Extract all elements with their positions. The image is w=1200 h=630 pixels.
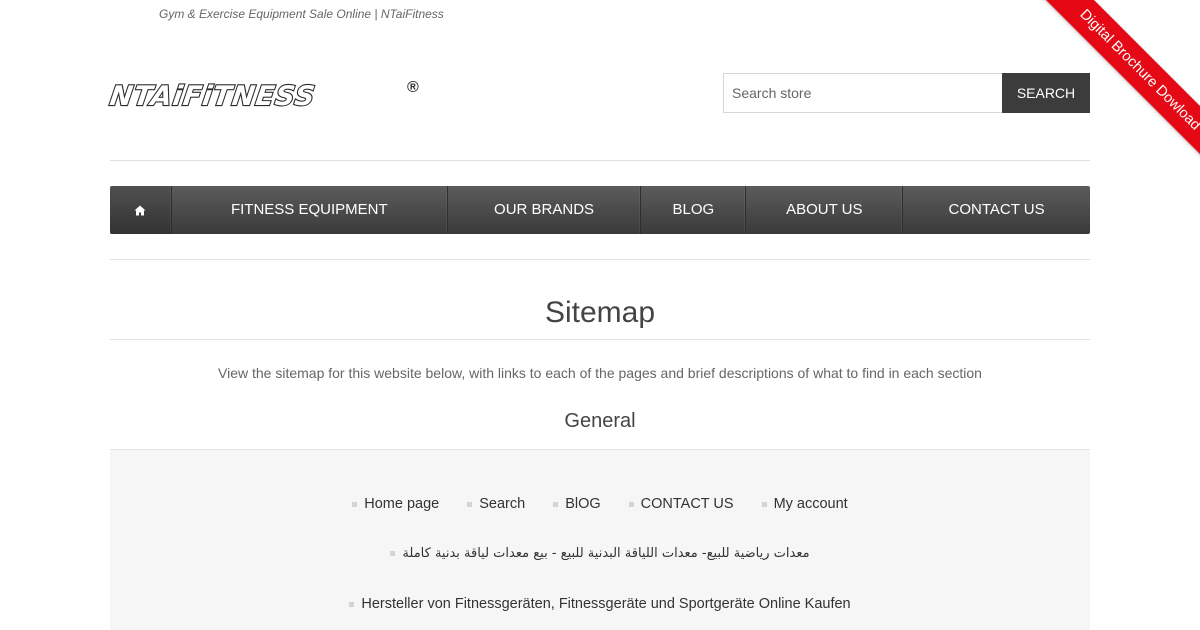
link-label: Hersteller von Fitnessgeräten, Fitnessge…: [361, 596, 851, 612]
page-title: Sitemap: [544, 296, 656, 329]
nav-about-us[interactable]: ABOUT US: [746, 186, 904, 234]
sitemap-links-panel: Home page Search BlOG CONTACT US My acco…: [110, 450, 1090, 630]
link-label: معدات رياضية للبيع- معدات اللياقة البدني…: [402, 546, 810, 561]
main-navigation: FITNESS EQUIPMENT OUR BRANDS BLOG ABOUT …: [110, 186, 1090, 234]
bullet-icon: [390, 551, 396, 556]
section-title-general: General: [564, 410, 636, 432]
sitemap-link-arabic[interactable]: معدات رياضية للبيع- معدات اللياقة البدني…: [390, 546, 809, 561]
link-label: My account: [773, 496, 848, 512]
brochure-download-ribbon[interactable]: Digital Brochure Dowload: [1036, 0, 1200, 174]
sitemap-link-search[interactable]: Search: [467, 496, 525, 512]
bullet-icon: [467, 501, 473, 507]
registered-mark: ®: [407, 79, 419, 96]
nav-home[interactable]: [110, 186, 172, 234]
header-divider: [110, 160, 1090, 161]
link-label: Search: [479, 496, 526, 512]
nav-blog[interactable]: BLOG: [641, 186, 747, 234]
link-label: CONTACT US: [640, 496, 734, 512]
bullet-icon: [352, 501, 358, 507]
sitemap-link-german[interactable]: Hersteller von Fitnessgeräten, Fitnessge…: [349, 596, 851, 612]
sitemap-link-account[interactable]: My account: [761, 496, 848, 512]
page-description: View the sitemap for this website below,…: [218, 365, 982, 381]
nav-contact-us[interactable]: CONTACT US: [903, 186, 1090, 234]
bullet-icon: [628, 501, 634, 507]
bullet-icon: [761, 501, 767, 507]
brochure-ribbon-container: Digital Brochure Dowload: [1010, 0, 1200, 190]
title-divider: [110, 339, 1090, 340]
search-input[interactable]: [723, 73, 1002, 113]
nav-our-brands[interactable]: OUR BRANDS: [448, 186, 642, 234]
sitemap-link-contact[interactable]: CONTACT US: [628, 496, 734, 512]
sitemap-german-row: Hersteller von Fitnessgeräten, Fitnessge…: [110, 596, 1090, 612]
nav-fitness-equipment[interactable]: FITNESS EQUIPMENT: [172, 186, 448, 234]
nav-divider: [110, 259, 1090, 260]
home-icon: [134, 205, 146, 215]
bullet-icon: [553, 501, 559, 507]
sitemap-arabic-row: معدات رياضية للبيع- معدات اللياقة البدني…: [110, 546, 1090, 561]
sitemap-links-row: Home page Search BlOG CONTACT US My acco…: [110, 496, 1090, 512]
bullet-icon: [349, 601, 355, 607]
sitemap-link-home[interactable]: Home page: [352, 496, 439, 512]
link-label: BlOG: [565, 496, 601, 512]
page: Gym & Exercise Equipment Sale Online | N…: [0, 0, 1200, 630]
link-label: Home page: [364, 496, 440, 512]
sitemap-link-blog[interactable]: BlOG: [553, 496, 601, 512]
site-logo[interactable]: NTAiFiTNESS: [107, 80, 319, 114]
header-tagline: Gym & Exercise Equipment Sale Online | N…: [159, 7, 444, 21]
